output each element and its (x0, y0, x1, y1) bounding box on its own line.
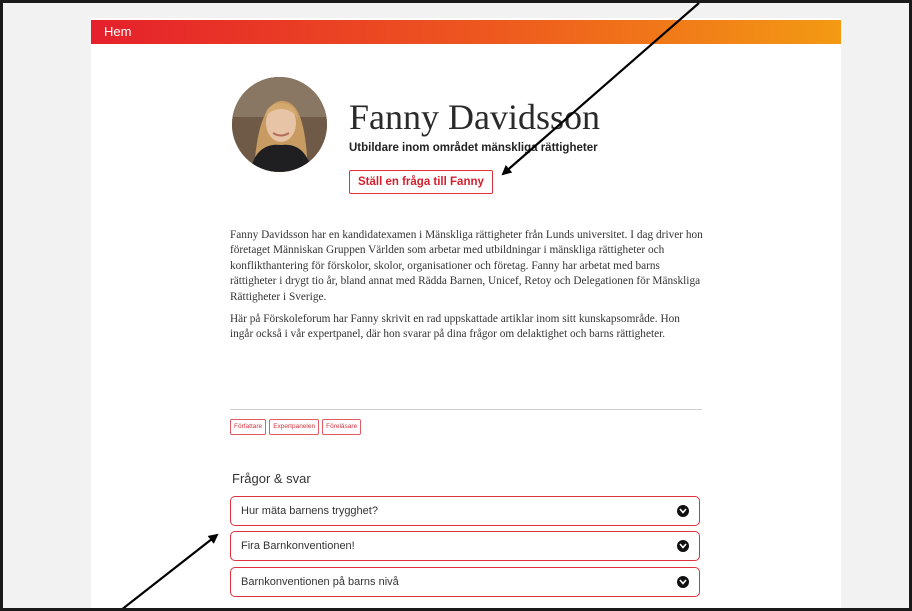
profile-name: Fanny Davidsson (349, 97, 600, 137)
faq-item[interactable]: Hur mäta barnens trygghet? (230, 496, 700, 526)
profile-bio: Fanny Davidsson har en kandidatexamen i … (230, 228, 705, 350)
faq-item[interactable]: Fira Barnkonventionen! (230, 531, 700, 561)
tag-expertpanelen[interactable]: Expertpanelen (269, 419, 320, 435)
profile-page: Hem Fanny Davidsson Utbildare inom områd… (91, 18, 841, 608)
faq-question: Hur mäta barnens trygghet? (241, 505, 378, 517)
tag-forelasare[interactable]: Föreläsare (322, 419, 362, 435)
top-navigation-bar: Hem (91, 20, 841, 44)
screenshot-frame: Hem Fanny Davidsson Utbildare inom områd… (0, 0, 912, 611)
chevron-down-icon (677, 576, 689, 588)
faq-heading: Frågor & svar (232, 471, 311, 486)
faq-item[interactable]: Barnkonventionen på barns nivå (230, 567, 700, 597)
section-divider (230, 409, 702, 410)
ask-question-button[interactable]: Ställ en fråga till Fanny (349, 170, 493, 194)
tag-list: Författare Expertpanelen Föreläsare (230, 419, 362, 435)
faq-question: Fira Barnkonventionen! (241, 540, 355, 552)
home-link[interactable]: Hem (104, 24, 131, 39)
chevron-down-icon (677, 505, 689, 517)
bio-paragraph: Fanny Davidsson har en kandidatexamen i … (230, 229, 703, 303)
tag-forfattare[interactable]: Författare (230, 419, 267, 435)
faq-question: Barnkonventionen på barns nivå (241, 576, 399, 588)
chevron-down-icon (677, 540, 689, 552)
profile-subtitle: Utbildare inom området mänskliga rättigh… (349, 142, 598, 154)
bio-paragraph: Här på Förskoleforum har Fanny skrivit e… (230, 313, 680, 341)
profile-avatar (232, 77, 327, 172)
